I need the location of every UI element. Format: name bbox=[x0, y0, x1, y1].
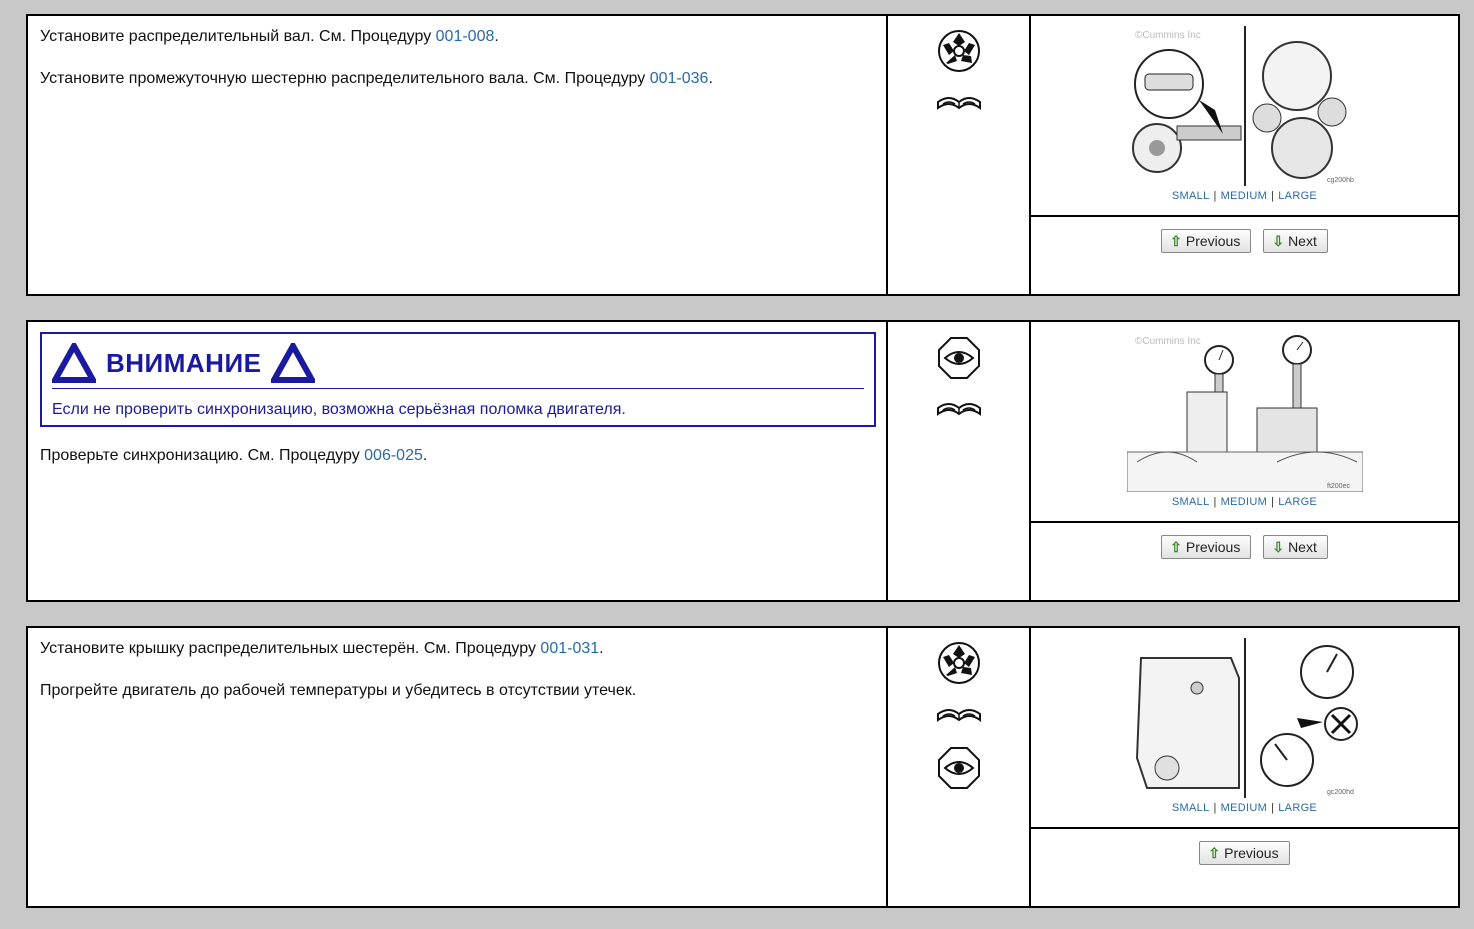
step-icon-column bbox=[888, 16, 1031, 294]
figure-panel: ©Cummins Inc cg200hb SMALL | MEDIUM | LARGE bbox=[1031, 16, 1458, 217]
instruction-line: Установите промежуточную шестерню распре… bbox=[40, 70, 713, 87]
instruction-line: Установите крышку распределительных шест… bbox=[40, 640, 604, 657]
step-text-column: ВНИМАНИЕ Если не проверить синхронизацию… bbox=[28, 322, 888, 600]
svg-text:©Cummins Inc: ©Cummins Inc bbox=[1135, 30, 1201, 41]
svg-text:gc200hd: gc200hd bbox=[1327, 789, 1354, 796]
next-button[interactable]: ⇩ Next bbox=[1263, 535, 1328, 559]
svg-text:©Cummins Inc: ©Cummins Inc bbox=[1135, 336, 1201, 347]
figure-panel: ©Cummins Inc ft200ec SMALL | MEDIUM | LARGE bbox=[1031, 322, 1458, 523]
procedure-step-2: ВНИМАНИЕ Если не проверить синхронизацию… bbox=[26, 320, 1460, 602]
timing-check-figure[interactable]: ©Cummins Inc ft200ec bbox=[1127, 332, 1363, 492]
arrow-up-icon: ⇧ bbox=[1170, 233, 1182, 249]
manual-book-icon bbox=[936, 709, 981, 722]
gear-wrench-icon bbox=[937, 30, 980, 72]
size-small-link[interactable]: SMALL bbox=[1172, 496, 1210, 508]
procedure-link[interactable]: 006-025 bbox=[364, 447, 423, 464]
gear-wrench-icon bbox=[937, 642, 980, 684]
step-media-column: ©Cummins Inc cg200hb SMALL | MEDIUM | LARGE bbox=[1031, 16, 1458, 294]
size-medium-link[interactable]: MEDIUM bbox=[1221, 802, 1267, 814]
previous-button[interactable]: ⇧ Previous bbox=[1161, 229, 1252, 253]
arrow-up-icon: ⇧ bbox=[1170, 539, 1182, 555]
procedure-link[interactable]: 001-008 bbox=[436, 28, 495, 45]
image-size-links: SMALL | MEDIUM | LARGE bbox=[1171, 496, 1318, 508]
procedure-step-3: Установите крышку распределительных шест… bbox=[26, 626, 1460, 908]
image-size-links: SMALL | MEDIUM | LARGE bbox=[1171, 190, 1318, 202]
size-medium-link[interactable]: MEDIUM bbox=[1221, 496, 1267, 508]
nav-panel: ⇧ Previous ⇩ Next bbox=[1031, 217, 1458, 296]
svg-text:ft200ec: ft200ec bbox=[1327, 483, 1350, 490]
procedure-step-1: Установите распределительный вал. См. Пр… bbox=[26, 14, 1460, 296]
manual-book-icon bbox=[936, 97, 981, 110]
warning-triangle-icon bbox=[52, 343, 96, 383]
instruction-line: Проверьте синхронизацию. См. Процедуру 0… bbox=[40, 447, 428, 464]
step-icon-column bbox=[888, 628, 1031, 906]
inspect-eye-icon bbox=[937, 747, 980, 789]
step-text-column: Установите крышку распределительных шест… bbox=[28, 628, 888, 906]
step-icon-column bbox=[888, 322, 1031, 600]
camshaft-figure[interactable]: ©Cummins Inc cg200hb bbox=[1127, 26, 1363, 186]
step-media-column: gc200hd SMALL | MEDIUM | LARGE ⇧ Previous bbox=[1031, 628, 1458, 906]
instruction-line: Установите распределительный вал. См. Пр… bbox=[40, 28, 499, 45]
size-large-link[interactable]: LARGE bbox=[1278, 802, 1317, 814]
step-media-column: ©Cummins Inc ft200ec SMALL | MEDIUM | LARGE … bbox=[1031, 322, 1458, 600]
step-text-column: Установите распределительный вал. См. Пр… bbox=[28, 16, 888, 294]
size-large-link[interactable]: LARGE bbox=[1278, 190, 1317, 202]
previous-button[interactable]: ⇧ Previous bbox=[1199, 841, 1290, 865]
svg-text:cg200hb: cg200hb bbox=[1327, 177, 1354, 184]
nav-panel: ⇧ Previous ⇩ Next bbox=[1031, 523, 1458, 602]
size-medium-link[interactable]: MEDIUM bbox=[1221, 190, 1267, 202]
size-large-link[interactable]: LARGE bbox=[1278, 496, 1317, 508]
warning-text: Если не проверить синхронизацию, возможн… bbox=[52, 401, 626, 418]
inspect-eye-icon bbox=[937, 337, 980, 379]
size-small-link[interactable]: SMALL bbox=[1172, 190, 1210, 202]
arrow-down-icon: ⇩ bbox=[1272, 233, 1285, 249]
warning-box: ВНИМАНИЕ Если не проверить синхронизацию… bbox=[40, 332, 876, 427]
procedure-link[interactable]: 001-031 bbox=[540, 640, 599, 657]
size-small-link[interactable]: SMALL bbox=[1172, 802, 1210, 814]
warning-triangle-icon bbox=[271, 343, 316, 383]
arrow-up-icon: ⇧ bbox=[1208, 845, 1221, 861]
previous-button[interactable]: ⇧ Previous bbox=[1161, 535, 1252, 559]
nav-panel: ⇧ Previous bbox=[1031, 829, 1458, 908]
image-size-links: SMALL | MEDIUM | LARGE bbox=[1171, 802, 1318, 814]
procedure-link[interactable]: 001-036 bbox=[650, 70, 709, 87]
instruction-line: Прогрейте двигатель до рабочей температу… bbox=[40, 682, 637, 699]
gear-cover-figure[interactable]: gc200hd bbox=[1127, 638, 1363, 798]
figure-panel: gc200hd SMALL | MEDIUM | LARGE bbox=[1031, 628, 1458, 829]
next-button[interactable]: ⇩ Next bbox=[1263, 229, 1328, 253]
manual-book-icon bbox=[936, 403, 981, 416]
warning-title: ВНИМАНИЕ bbox=[106, 347, 262, 378]
arrow-down-icon: ⇩ bbox=[1272, 539, 1285, 555]
